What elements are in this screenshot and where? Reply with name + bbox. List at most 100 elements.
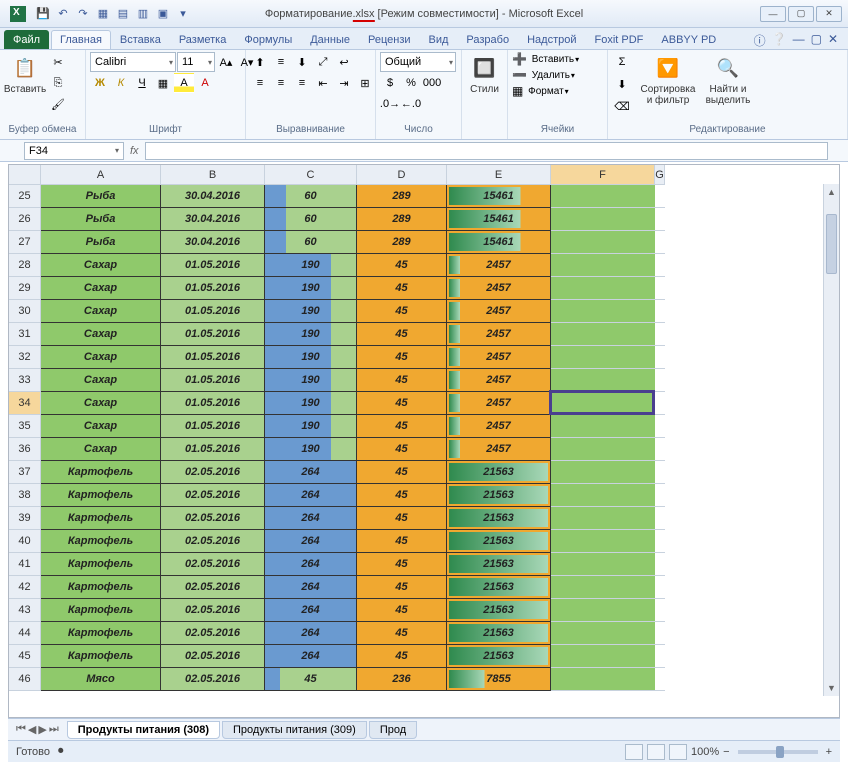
cell[interactable] [551, 277, 655, 300]
cell[interactable]: 190 [265, 300, 357, 323]
row-header[interactable]: 31 [9, 323, 41, 346]
cell[interactable]: Картофель [41, 599, 161, 622]
row-header[interactable]: 39 [9, 507, 41, 530]
name-box[interactable]: F34 [24, 142, 124, 160]
cell[interactable]: Рыба [41, 208, 161, 231]
cell[interactable]: Картофель [41, 530, 161, 553]
cell[interactable] [655, 300, 665, 323]
cut-icon[interactable]: ✂ [48, 52, 68, 72]
orientation-icon[interactable]: ⤢ [313, 52, 333, 72]
row-header[interactable]: 26 [9, 208, 41, 231]
cell[interactable]: 02.05.2016 [161, 599, 265, 622]
sheet-tab[interactable]: Продукты питания (309) [222, 721, 367, 739]
cell[interactable] [551, 254, 655, 277]
row-header[interactable]: 43 [9, 599, 41, 622]
cell[interactable] [551, 530, 655, 553]
cell[interactable]: 30.04.2016 [161, 185, 265, 208]
cell[interactable] [655, 668, 665, 691]
row-header[interactable]: 34 [9, 392, 41, 415]
cell[interactable]: 45 [357, 277, 447, 300]
cell[interactable]: 289 [357, 185, 447, 208]
cell[interactable]: 45 [357, 484, 447, 507]
delete-cells-button[interactable]: ➖ Удалить▾ [512, 68, 575, 82]
italic-button[interactable]: К [111, 73, 131, 93]
cell[interactable]: 02.05.2016 [161, 668, 265, 691]
align-left-icon[interactable]: ≡ [250, 73, 270, 93]
qat-btn[interactable]: ▦ [94, 5, 112, 23]
row-header[interactable]: 28 [9, 254, 41, 277]
cell[interactable] [655, 323, 665, 346]
cell[interactable]: 21563 [447, 461, 551, 484]
align-center-icon[interactable]: ≡ [271, 73, 291, 93]
cell[interactable]: 190 [265, 392, 357, 415]
indent-inc-icon[interactable]: ⇥ [334, 73, 354, 93]
macro-record-icon[interactable]: ⏺ [58, 745, 64, 758]
sheet-tab-active[interactable]: Продукты питания (308) [67, 721, 220, 739]
cell[interactable]: 264 [265, 507, 357, 530]
row-header[interactable]: 32 [9, 346, 41, 369]
dec-decimal-icon[interactable]: ←.0 [401, 94, 421, 114]
ribbon-minimize-icon[interactable]: ⓘ [754, 32, 766, 49]
cell[interactable] [655, 622, 665, 645]
col-header-G[interactable]: G [655, 165, 665, 185]
col-header-E[interactable]: E [447, 165, 551, 185]
cell[interactable] [655, 208, 665, 231]
cell[interactable]: 45 [357, 530, 447, 553]
fill-color-icon[interactable]: A [174, 73, 194, 93]
cell[interactable] [655, 415, 665, 438]
zoom-slider[interactable] [738, 750, 818, 754]
cell[interactable]: 30.04.2016 [161, 231, 265, 254]
cell[interactable]: Сахар [41, 254, 161, 277]
tab-надстрой[interactable]: Надстрой [518, 30, 585, 49]
cell[interactable] [655, 277, 665, 300]
inc-decimal-icon[interactable]: .0→ [380, 94, 400, 114]
cell[interactable]: 2457 [447, 369, 551, 392]
cell[interactable]: 01.05.2016 [161, 346, 265, 369]
format-cells-button[interactable]: ▦ Формат▾ [512, 84, 569, 98]
cell[interactable]: 45 [357, 323, 447, 346]
bold-button[interactable]: Ж [90, 73, 110, 93]
cell[interactable] [551, 231, 655, 254]
cell[interactable]: 01.05.2016 [161, 438, 265, 461]
align-bottom-icon[interactable]: ⬇ [292, 52, 312, 72]
cell[interactable]: 02.05.2016 [161, 530, 265, 553]
cell[interactable]: 45 [357, 346, 447, 369]
cell[interactable] [655, 484, 665, 507]
col-header-B[interactable]: B [161, 165, 265, 185]
close-button[interactable]: ✕ [816, 6, 842, 22]
row-header[interactable]: 38 [9, 484, 41, 507]
cell[interactable]: 21563 [447, 484, 551, 507]
cell[interactable]: 264 [265, 461, 357, 484]
cell[interactable]: Картофель [41, 507, 161, 530]
col-header-F[interactable]: F [551, 165, 655, 185]
cell[interactable]: 190 [265, 277, 357, 300]
cell[interactable] [655, 346, 665, 369]
cell[interactable]: Сахар [41, 346, 161, 369]
number-format-combo[interactable]: Общий [380, 52, 456, 72]
cell[interactable]: 02.05.2016 [161, 576, 265, 599]
percent-icon[interactable]: % [401, 73, 421, 93]
align-top-icon[interactable]: ⬆ [250, 52, 270, 72]
row-header[interactable]: 27 [9, 231, 41, 254]
row-header[interactable]: 33 [9, 369, 41, 392]
cell[interactable]: Рыба [41, 231, 161, 254]
cell[interactable]: 21563 [447, 645, 551, 668]
cell[interactable]: 7855 [447, 668, 551, 691]
cell[interactable]: 45 [357, 622, 447, 645]
sheet-nav-first-icon[interactable]: ⏮ [16, 723, 26, 736]
cell[interactable]: Сахар [41, 369, 161, 392]
cell[interactable]: 15461 [447, 185, 551, 208]
cell[interactable] [551, 438, 655, 461]
cell[interactable]: 02.05.2016 [161, 645, 265, 668]
insert-cells-button[interactable]: ➕ Вставить▾ [512, 52, 579, 66]
row-header[interactable]: 25 [9, 185, 41, 208]
minimize-button[interactable]: — [760, 6, 786, 22]
cell[interactable]: 264 [265, 622, 357, 645]
cell[interactable]: 02.05.2016 [161, 484, 265, 507]
cell[interactable]: 45 [357, 369, 447, 392]
cell[interactable]: 190 [265, 415, 357, 438]
qat-btn[interactable]: ▤ [114, 5, 132, 23]
row-header[interactable]: 36 [9, 438, 41, 461]
cell[interactable]: 60 [265, 231, 357, 254]
row-header[interactable]: 40 [9, 530, 41, 553]
